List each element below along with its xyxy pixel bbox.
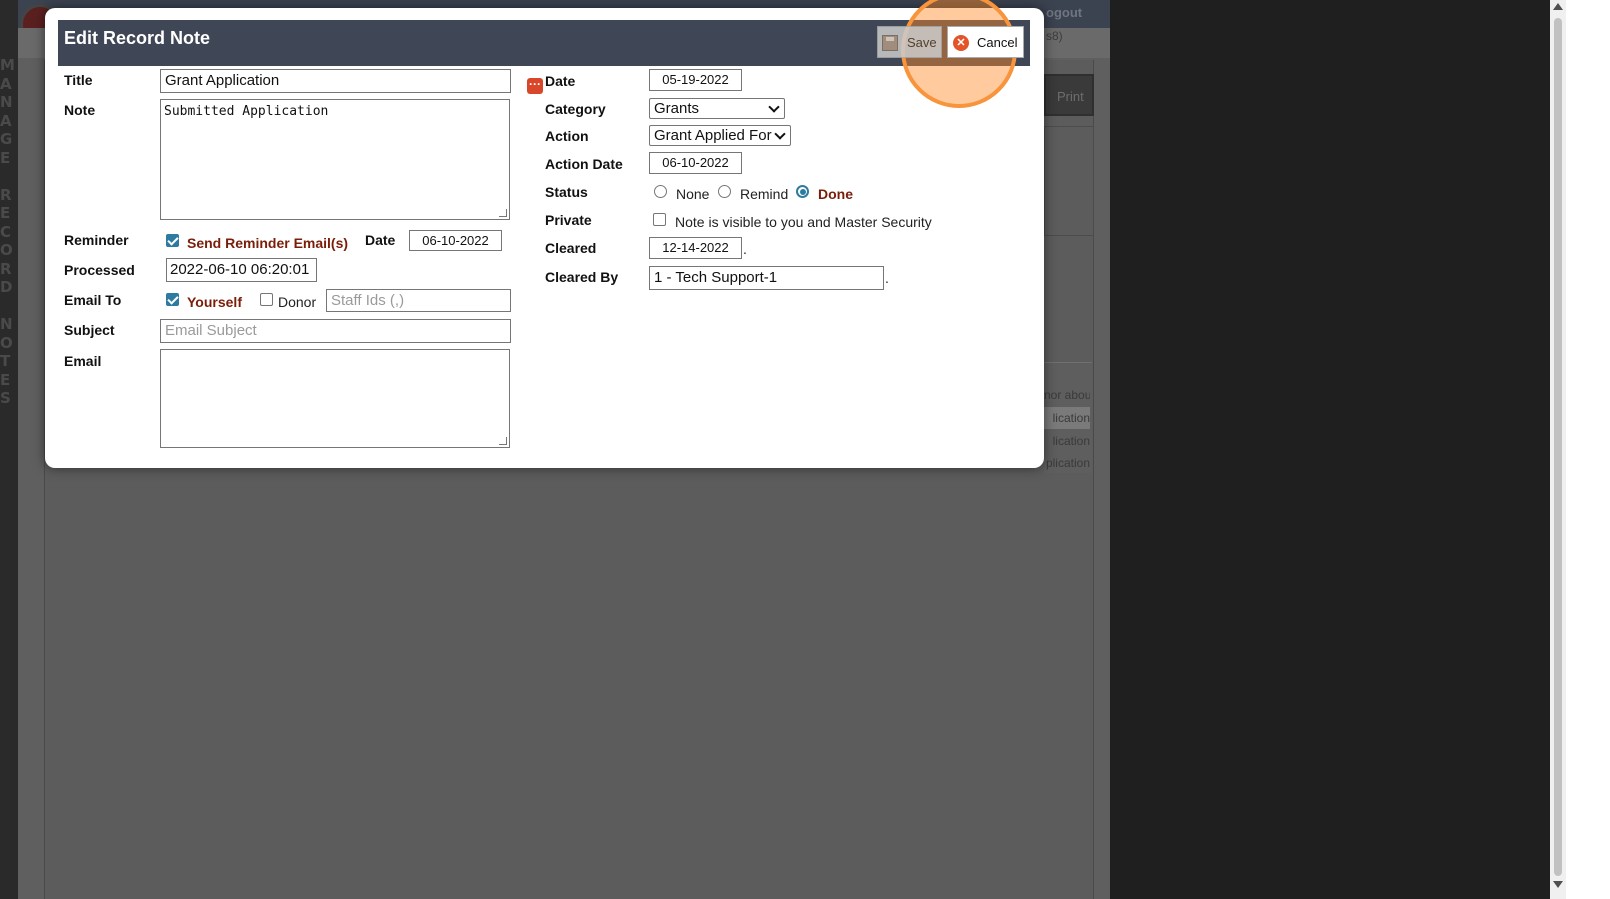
processed-input[interactable]: 2022-06-10 06:20:01 — [166, 258, 317, 282]
side-title-letter: A — [0, 74, 12, 93]
title-input[interactable]: Grant Application — [160, 69, 511, 93]
side-title-letter — [0, 167, 12, 186]
status-label: Status — [545, 184, 588, 200]
donor-checkbox[interactable] — [260, 293, 273, 306]
side-title-letter: G — [0, 130, 13, 148]
side-title-letter: C — [0, 222, 12, 241]
email-textarea[interactable] — [160, 349, 510, 448]
yourself-label: Yourself — [187, 294, 242, 310]
side-title-letter: R — [0, 185, 12, 204]
side-title-letter — [0, 297, 12, 316]
more-options-icon[interactable]: ··· — [527, 78, 543, 94]
action-date-label: Action Date — [545, 156, 623, 172]
send-reminder-label: Send Reminder Email(s) — [187, 235, 349, 251]
side-title-letter: E — [0, 204, 11, 222]
list-item[interactable]: nor abou — [1044, 384, 1090, 406]
side-title-letter: E — [0, 370, 11, 389]
status-remind-radio[interactable] — [718, 185, 731, 198]
resize-grip-icon[interactable] — [499, 209, 507, 217]
scroll-down-icon[interactable] — [1553, 881, 1563, 888]
side-title-letter: A — [0, 111, 12, 130]
right-margin — [1566, 0, 1610, 899]
side-title-letter: O — [0, 333, 13, 352]
right-background — [1110, 0, 1550, 899]
logout-link[interactable]: ogout — [1046, 5, 1082, 20]
dialog-title: Edit Record Note — [64, 28, 211, 48]
chevron-down-icon — [768, 101, 780, 113]
header-id-text: s8) — [1046, 29, 1063, 43]
resize-grip-icon[interactable] — [499, 437, 507, 445]
cleared-by-label: Cleared By — [545, 269, 619, 285]
cleared-label: Cleared — [545, 240, 597, 256]
reminder-date-label: Date — [365, 232, 396, 248]
list-item[interactable]: lication — [1044, 407, 1090, 429]
side-title-letter: D — [0, 278, 13, 296]
private-checkbox[interactable] — [653, 213, 666, 226]
side-vertical-title: MANAGE RECORD NOTES — [0, 56, 15, 408]
chevron-down-icon — [774, 128, 786, 140]
edit-record-note-dialog: Edit Record Note Save ✕ Cancel Title Gra… — [45, 0, 1044, 468]
note-label: Note — [64, 102, 96, 118]
status-remind-label: Remind — [740, 186, 789, 202]
action-value: Grant Applied For — [654, 127, 772, 144]
status-done-label: Done — [818, 186, 853, 202]
cancel-button[interactable]: ✕ Cancel — [947, 26, 1024, 58]
yourself-checkbox[interactable] — [166, 293, 179, 306]
background-box — [1044, 126, 1094, 236]
category-label: Category — [545, 101, 606, 117]
subject-input[interactable]: Email Subject — [160, 319, 511, 343]
print-label: Print — [1057, 89, 1084, 104]
email-label: Email — [64, 353, 102, 369]
save-button[interactable]: Save — [877, 26, 942, 58]
close-icon: ✕ — [953, 35, 969, 51]
cleared-by-input[interactable]: 1 - Tech Support-1 — [649, 266, 884, 290]
status-none-radio[interactable] — [654, 185, 667, 198]
side-title-letter: N — [0, 315, 13, 333]
category-select[interactable]: Grants — [649, 98, 785, 119]
note-textarea[interactable]: Submitted Application — [160, 99, 510, 220]
save-icon — [882, 35, 898, 51]
reminder-date-input[interactable]: 06-10-2022 — [409, 230, 502, 251]
note-text: Submitted Application — [164, 104, 329, 119]
cleared-period: . — [743, 241, 747, 257]
staff-ids-input[interactable]: Staff Ids (,) — [326, 289, 511, 312]
send-reminder-checkbox[interactable] — [166, 234, 179, 247]
date-input[interactable]: 05-19-2022 — [649, 69, 742, 91]
list-item[interactable]: lication — [1044, 430, 1090, 452]
print-button[interactable]: Print — [1044, 74, 1094, 116]
side-title-letter: N — [0, 93, 13, 111]
scrollbar-thumb[interactable] — [1554, 18, 1562, 876]
action-select[interactable]: Grant Applied For — [649, 125, 791, 146]
action-label: Action — [545, 128, 589, 144]
donor-label: Donor — [278, 294, 317, 310]
side-title-letter: S — [0, 389, 11, 407]
cancel-label: Cancel — [977, 35, 1018, 50]
cleared-by-period: . — [885, 270, 889, 286]
side-title-letter: M — [0, 56, 15, 74]
category-value: Grants — [654, 100, 700, 117]
subject-label: Subject — [64, 322, 115, 338]
private-text: Note is visible to you and Master Securi… — [675, 214, 932, 230]
processed-label: Processed — [64, 262, 135, 278]
action-date-input[interactable]: 06-10-2022 — [649, 152, 742, 174]
cleared-date-input[interactable]: 12-14-2022 — [649, 237, 742, 259]
status-none-label: None — [676, 186, 710, 202]
date-label: Date — [545, 73, 576, 89]
scroll-up-icon[interactable] — [1553, 3, 1563, 10]
side-title-letter: T — [0, 352, 11, 370]
side-title-letter: R — [0, 259, 12, 278]
status-done-radio[interactable] — [796, 185, 809, 198]
list-item[interactable]: plication — [1044, 452, 1090, 474]
side-title-letter: E — [0, 148, 11, 167]
side-title-letter: O — [0, 241, 13, 259]
private-label: Private — [545, 212, 592, 228]
save-label: Save — [907, 35, 937, 50]
email-to-label: Email To — [64, 292, 122, 308]
title-label: Title — [64, 72, 93, 88]
reminder-label: Reminder — [64, 232, 129, 248]
